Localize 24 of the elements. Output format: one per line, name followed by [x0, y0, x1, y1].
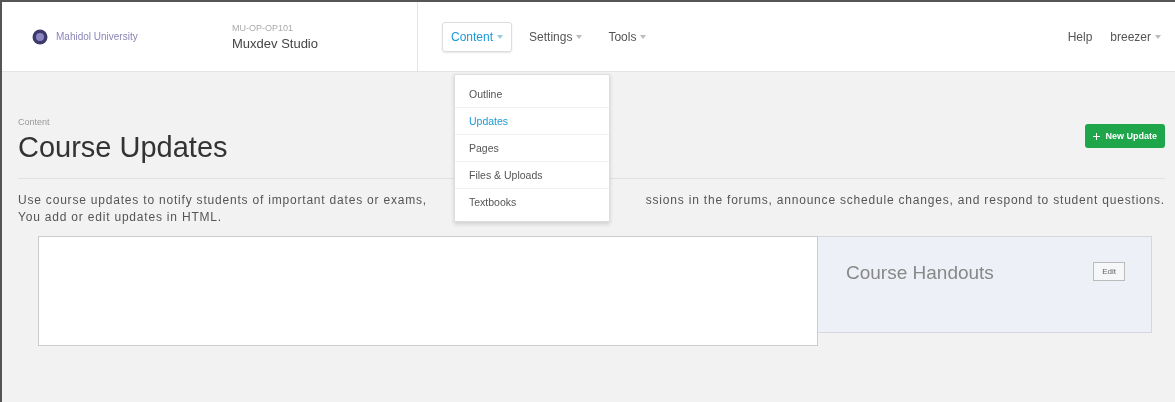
- caret-icon: [640, 34, 647, 39]
- description-text: Use course updates to notify students of important dates or exams,: [18, 193, 427, 207]
- edit-button[interactable]: Edit: [1093, 262, 1125, 281]
- menu-item[interactable]: Pages: [455, 135, 609, 162]
- caret-icon: [576, 34, 583, 39]
- description-text: You add or edit updates in HTML.: [18, 210, 222, 224]
- user-menu[interactable]: breezer: [1110, 29, 1161, 44]
- page-title: Course Updates: [18, 131, 228, 164]
- menu-item[interactable]: Textbooks: [455, 189, 609, 215]
- caret-icon: [497, 34, 504, 39]
- university-seal-icon: [32, 28, 48, 45]
- help-link[interactable]: Help: [1067, 29, 1093, 44]
- caret-icon: [1155, 34, 1161, 39]
- handouts-title: Course Handouts: [846, 262, 994, 284]
- course-code: MU-OP-OP101: [232, 22, 294, 33]
- university-name: Mahidol University: [56, 31, 138, 42]
- plus-icon: [1093, 132, 1101, 140]
- nav-menu[interactable]: Settings: [520, 21, 592, 52]
- description-text: ssions in the forums, announce schedule changes, and respond to student questions.: [645, 193, 1165, 207]
- course-name: Muxdev Studio: [232, 35, 319, 51]
- nav-menu[interactable]: Tools: [599, 21, 656, 52]
- menu-item[interactable]: Outline: [455, 81, 609, 108]
- breadcrumb: Content: [18, 117, 51, 127]
- menu-item[interactable]: Files & Uploads: [455, 162, 609, 189]
